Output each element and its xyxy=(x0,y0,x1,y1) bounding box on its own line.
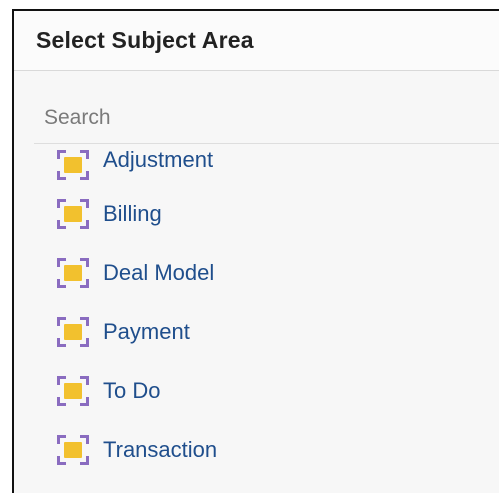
dialog-title: Select Subject Area xyxy=(36,27,254,53)
subject-area-item-adjustment[interactable]: Adjustment xyxy=(14,144,499,184)
select-subject-area-dialog: Select Subject Area Adjustment xyxy=(12,9,499,493)
subject-area-icon xyxy=(57,434,89,465)
subject-area-label: Deal Model xyxy=(103,259,215,285)
search-input[interactable] xyxy=(44,105,464,130)
subject-area-item-payment[interactable]: Payment xyxy=(14,302,499,361)
subject-area-icon xyxy=(57,150,89,180)
subject-area-label: Adjustment xyxy=(103,147,214,172)
subject-area-item-to-do[interactable]: To Do xyxy=(14,361,499,420)
subject-area-icon xyxy=(57,198,89,229)
subject-area-item-transaction[interactable]: Transaction xyxy=(14,420,499,479)
subject-area-icon xyxy=(57,316,89,347)
subject-area-label: Transaction xyxy=(103,436,218,462)
subject-area-list: Adjustment Billing Deal Model Payment To… xyxy=(14,144,499,479)
subject-area-item-billing[interactable]: Billing xyxy=(14,184,499,243)
search-box xyxy=(34,92,499,144)
subject-area-label: Billing xyxy=(103,200,162,226)
subject-area-label: To Do xyxy=(103,377,161,403)
subject-area-label: Payment xyxy=(103,318,190,344)
subject-area-icon xyxy=(57,257,89,288)
dialog-header: Select Subject Area xyxy=(14,11,499,71)
subject-area-item-deal-model[interactable]: Deal Model xyxy=(14,243,499,302)
subject-area-icon xyxy=(57,375,89,406)
